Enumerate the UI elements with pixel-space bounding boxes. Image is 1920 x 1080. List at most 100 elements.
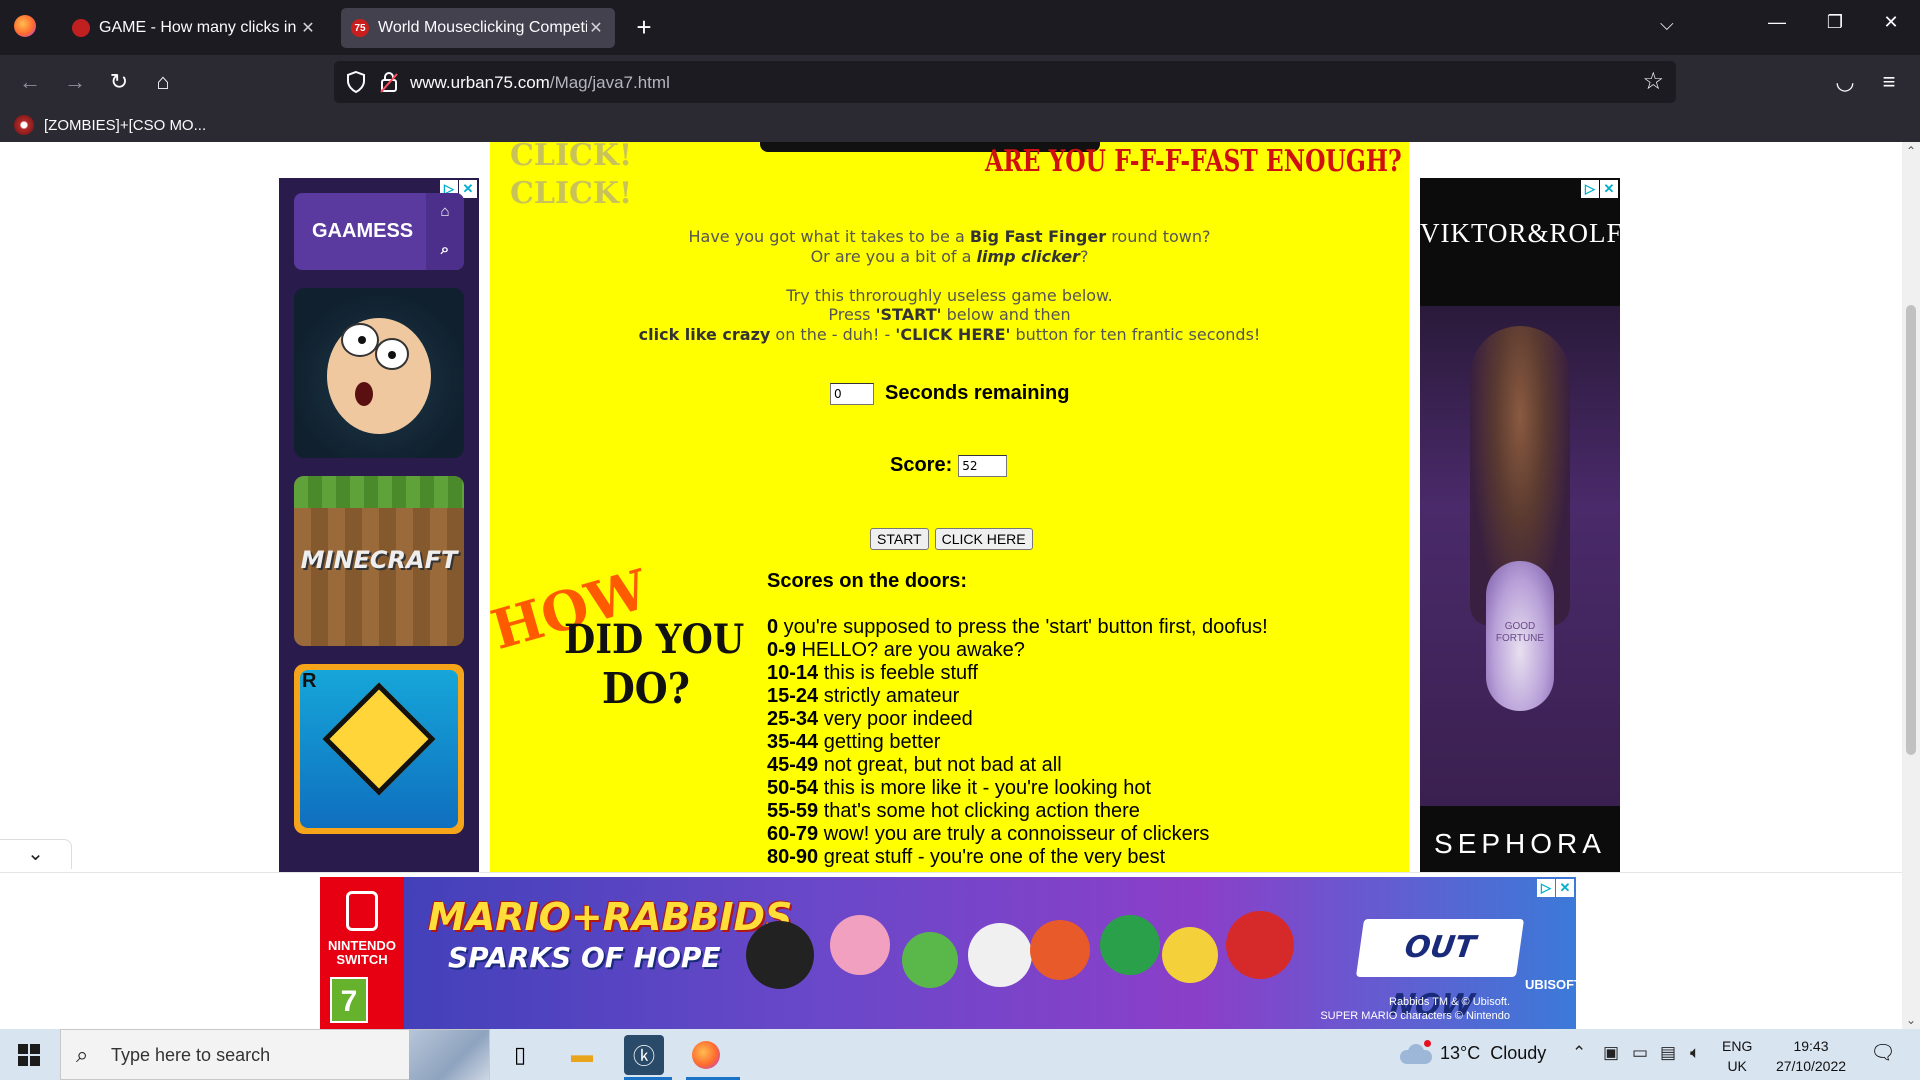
- bookmark-label: [ZOMBIES]+[CSO MO...: [44, 116, 207, 134]
- bookmark-item[interactable]: [ZOMBIES]+[CSO MO...: [14, 115, 206, 135]
- list-item: 25-34 very poor indeed: [767, 708, 1268, 731]
- left-ad-banner[interactable]: ▷ ✕ GAAMESS ⌂ ⌕ MINECRAFT R: [279, 178, 479, 878]
- forward-icon[interactable]: →: [60, 67, 90, 97]
- score-desc: HELLO? are you awake?: [795, 639, 1025, 661]
- geometry-dash-tile[interactable]: R: [294, 664, 464, 834]
- language-indicator[interactable]: ENG UK: [1722, 1036, 1752, 1076]
- ad-close-icon[interactable]: ✕: [1600, 180, 1618, 198]
- home-icon[interactable]: ⌂: [426, 193, 464, 231]
- score-range: 10-14: [767, 662, 819, 684]
- gaamess-logo: GAAMESS: [312, 220, 414, 242]
- reload-icon[interactable]: ↻: [104, 67, 134, 97]
- intro-bold: limp clicker: [976, 246, 1080, 266]
- page-scrollbar[interactable]: ⌃ ⌄: [1902, 142, 1920, 1029]
- right-ad-banner[interactable]: ▷ ✕ VIKTOR&ROLF GOOD FORTUNE SEPHORA: [1420, 178, 1620, 878]
- game-panel: CLICK! CLICK! ARE YOU F-F-F-FAST ENOUGH?…: [490, 142, 1409, 872]
- score-range: 25-34: [767, 708, 819, 730]
- tab-bar: GAME - How many clicks in 10 s ✕ 75 Worl…: [0, 0, 1920, 55]
- intro-bold: 'CLICK HERE': [895, 324, 1011, 344]
- list-all-tabs-icon[interactable]: ⌵: [1660, 14, 1674, 35]
- score-desc: this is more like it - you're looking ho…: [818, 777, 1151, 799]
- start-button[interactable]: START: [870, 528, 929, 550]
- morty-game-tile[interactable]: [294, 288, 464, 458]
- lock-icon[interactable]: [378, 70, 400, 94]
- scrollbar-thumb[interactable]: [1906, 305, 1916, 755]
- firefox-menu-icon[interactable]: [14, 15, 36, 37]
- system-clock[interactable]: 19:43 27/10/2022: [1766, 1036, 1856, 1076]
- score-desc: strictly amateur: [818, 685, 960, 707]
- ubisoft-logo: UBISOFT: [1525, 977, 1576, 992]
- file-explorer-icon[interactable]: ▬: [562, 1035, 602, 1075]
- adchoices-icon[interactable]: ▷: [1537, 879, 1555, 897]
- tracking-protection-icon[interactable]: [344, 70, 368, 94]
- gaamess-header[interactable]: GAAMESS ⌂ ⌕: [294, 193, 464, 270]
- switch-logo-icon: [346, 891, 378, 931]
- nintendo-switch-badge: NINTENDO SWITCH 7: [320, 877, 404, 1029]
- volume-icon[interactable]: 🔈︎: [1690, 1043, 1700, 1063]
- network-icon[interactable]: ▤: [1660, 1043, 1676, 1063]
- seconds-remaining-field[interactable]: [830, 382, 874, 405]
- out-now-button[interactable]: OUT NOW: [1355, 919, 1525, 1023]
- close-window-icon[interactable]: ✕: [1876, 12, 1906, 33]
- score-label: Score:: [890, 454, 953, 476]
- pegi-rating: 7: [330, 977, 368, 1023]
- intro-bold: 'START': [875, 305, 942, 324]
- score-range: 0: [767, 616, 779, 638]
- weather-widget[interactable]: 13°C Cloudy: [1400, 1039, 1547, 1064]
- list-item: 35-44 getting better: [767, 731, 1268, 754]
- ad-choices[interactable]: ▷ ✕: [1581, 180, 1618, 198]
- tab-close-icon[interactable]: ✕: [299, 18, 317, 38]
- bookmarks-toolbar: [ZOMBIES]+[CSO MO...: [0, 110, 1920, 142]
- address-bar[interactable]: www.urban75.com/Mag/java7.html ☆: [334, 61, 1676, 103]
- tab-mouseclicking[interactable]: 75 World Mouseclicking Competiti ✕: [341, 8, 615, 48]
- new-tab-icon[interactable]: +: [628, 11, 660, 43]
- firefox-taskbar-icon[interactable]: [686, 1035, 726, 1075]
- pocket-icon[interactable]: ◡: [1830, 67, 1860, 97]
- bottom-ad-banner[interactable]: NINTENDO SWITCH 7 MARIO+RABBIDS SPARKS O…: [320, 877, 1576, 1029]
- minecraft-tile[interactable]: MINECRAFT: [294, 476, 464, 646]
- tab-game-clicks[interactable]: GAME - How many clicks in 10 s ✕: [62, 8, 327, 48]
- scroll-down-icon[interactable]: ⌄: [1904, 1013, 1918, 1027]
- click-here-button[interactable]: CLICK HERE: [934, 528, 1033, 550]
- tab-close-icon[interactable]: ✕: [587, 18, 605, 38]
- task-view-icon[interactable]: ▯: [500, 1035, 540, 1075]
- minimize-icon[interactable]: —: [1762, 12, 1792, 33]
- zombie-favicon-icon: [14, 115, 34, 135]
- battery-icon[interactable]: ▭: [1632, 1043, 1648, 1063]
- list-item: 0-9 HELLO? are you awake?: [767, 639, 1268, 662]
- url-path: /Mag/java7.html: [549, 73, 670, 92]
- firefox-logo: [692, 1041, 720, 1069]
- collapse-ad-chevron-icon[interactable]: ⌄: [0, 839, 72, 869]
- intro-text-part: below and then: [941, 305, 1071, 324]
- hamburger-menu-icon[interactable]: ≡: [1874, 67, 1904, 97]
- score-field[interactable]: [958, 454, 1008, 477]
- taskbar-search[interactable]: ⌕ Type here to search: [60, 1029, 490, 1080]
- bookmark-star-icon[interactable]: ☆: [1642, 67, 1664, 96]
- intro-text-part: on the - duh! -: [770, 324, 896, 344]
- adchoices-icon[interactable]: ▷: [1581, 180, 1599, 198]
- page-content[interactable]: ▷ ✕ GAAMESS ⌂ ⌕ MINECRAFT R CLICK! CLICK…: [0, 142, 1920, 1029]
- restore-icon[interactable]: ❐: [1820, 12, 1850, 33]
- back-icon[interactable]: ←: [15, 67, 45, 97]
- score-desc: wow! you are truly a connoisseur of clic…: [818, 823, 1210, 845]
- seconds-label: Seconds remaining: [885, 382, 1070, 404]
- ad-choices[interactable]: ▷ ✕: [1537, 879, 1574, 897]
- switch-label: NINTENDO SWITCH: [328, 938, 396, 967]
- game-buttons: START CLICK HERE: [870, 528, 1033, 550]
- grass-layer: [294, 476, 464, 508]
- scroll-up-icon[interactable]: ⌃: [1904, 144, 1918, 158]
- legal-line: SUPER MARIO characters © Nintendo: [1320, 1010, 1510, 1022]
- intro-bold: Big Fast Finger: [969, 227, 1107, 246]
- home-icon[interactable]: ⌂: [148, 67, 178, 97]
- weather-text: 13°C Cloudy: [1440, 1043, 1547, 1063]
- score-desc: very poor indeed: [818, 708, 973, 730]
- notifications-icon[interactable]: 🗨︎: [1868, 1040, 1898, 1070]
- ad-close-icon[interactable]: ✕: [1556, 879, 1574, 897]
- windows-start-icon[interactable]: [18, 1044, 40, 1066]
- search-icon[interactable]: ⌕: [426, 231, 464, 269]
- bottom-ad-strip: NINTENDO SWITCH 7 MARIO+RABBIDS SPARKS O…: [0, 872, 1902, 1029]
- show-hidden-icons-icon[interactable]: ⌃: [1572, 1043, 1586, 1063]
- clock-date: 27/10/2022: [1775, 1058, 1847, 1074]
- meet-now-icon[interactable]: ▣: [1603, 1043, 1619, 1063]
- counter-strike-icon[interactable]: ⓚ: [624, 1035, 664, 1075]
